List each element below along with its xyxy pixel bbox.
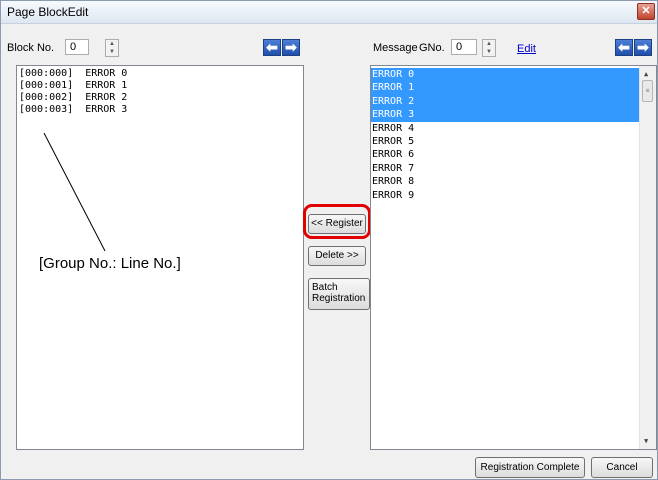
batch-registration-button[interactable]: Batch Registration bbox=[308, 278, 370, 310]
page-blockedit-dialog: Page BlockEdit ✕ Block No. 0 ▲ ▼ ⬅ ➡ [00… bbox=[0, 0, 658, 480]
window-title: Page BlockEdit bbox=[7, 5, 89, 19]
register-highlight-ring bbox=[303, 204, 371, 239]
message-list[interactable]: ERROR 0 ERROR 1 ERROR 2 ERROR 3 ERROR 4 ERROR… bbox=[370, 65, 657, 450]
block-item-text: ERROR 2 bbox=[85, 92, 128, 103]
close-icon[interactable]: ✕ bbox=[637, 3, 655, 20]
batch-label-line1: Batch bbox=[312, 282, 338, 293]
message-list-item[interactable]: ERROR 3 bbox=[371, 108, 640, 122]
block-item-id: [000:001] bbox=[19, 80, 74, 91]
message-list-item[interactable]: ERROR 5 bbox=[371, 135, 640, 148]
scroll-down-icon[interactable]: ▼ bbox=[644, 437, 648, 445]
scroll-up-icon[interactable]: ▲ bbox=[644, 70, 648, 78]
annotation-pointer-line bbox=[43, 132, 106, 252]
spin-up-icon[interactable]: ▲ bbox=[483, 40, 495, 48]
gno-input[interactable]: 0 bbox=[451, 39, 477, 55]
message-label: Message bbox=[373, 42, 418, 54]
message-list-item[interactable]: ERROR 2 bbox=[371, 94, 640, 109]
message-list-item[interactable]: ERROR 6 bbox=[371, 148, 640, 161]
block-item-id: [000:003] bbox=[19, 104, 74, 115]
block-item-id: [000:002] bbox=[19, 92, 74, 103]
registration-complete-button[interactable]: Registration Complete bbox=[475, 457, 585, 478]
gno-spinner[interactable]: ▲ ▼ bbox=[482, 39, 496, 57]
message-list-item[interactable]: ERROR 0 bbox=[371, 68, 640, 82]
message-list-item[interactable]: ERROR 7 bbox=[371, 162, 640, 175]
block-no-label: Block No. bbox=[7, 42, 55, 54]
block-prev-arrow-icon[interactable]: ⬅ bbox=[263, 39, 281, 56]
spin-down-icon[interactable]: ▼ bbox=[106, 48, 118, 56]
gno-prev-arrow-icon[interactable]: ⬅ bbox=[615, 39, 633, 56]
block-item-text: ERROR 0 bbox=[85, 68, 128, 79]
block-list-item[interactable]: [000:001] ERROR 1 bbox=[17, 80, 303, 92]
block-item-text: ERROR 1 bbox=[85, 80, 128, 91]
message-list-item[interactable]: ERROR 4 bbox=[371, 122, 640, 135]
message-list-item[interactable]: ERROR 8 bbox=[371, 175, 640, 188]
message-list-item[interactable]: ERROR 1 bbox=[371, 81, 640, 95]
delete-button[interactable]: Delete >> bbox=[308, 246, 366, 266]
block-item-text: ERROR 3 bbox=[85, 104, 128, 115]
spin-down-icon[interactable]: ▼ bbox=[483, 48, 495, 56]
annotation-group-line: [Group No.: Line No.] bbox=[39, 255, 181, 272]
block-no-input[interactable]: 0 bbox=[65, 39, 89, 55]
block-next-arrow-icon[interactable]: ➡ bbox=[282, 39, 300, 56]
title-bar: Page BlockEdit ✕ bbox=[1, 1, 657, 24]
gno-next-arrow-icon[interactable]: ➡ bbox=[634, 39, 652, 56]
message-list-scrollbar[interactable]: ▲ ≡ ▼ bbox=[639, 66, 656, 449]
edit-link[interactable]: Edit bbox=[517, 43, 536, 55]
scroll-thumb[interactable]: ≡ bbox=[642, 80, 653, 102]
block-list-item[interactable]: [000:002] ERROR 2 bbox=[17, 92, 303, 104]
message-list-item[interactable]: ERROR 9 bbox=[371, 189, 640, 202]
block-list-item[interactable]: [000:000] ERROR 0 bbox=[17, 68, 303, 80]
batch-label-line2: Registration bbox=[312, 293, 366, 304]
block-no-spinner[interactable]: ▲ ▼ bbox=[105, 39, 119, 57]
gno-label: GNo. bbox=[419, 42, 445, 54]
block-item-id: [000:000] bbox=[19, 68, 74, 79]
cancel-button[interactable]: Cancel bbox=[591, 457, 653, 478]
block-list-item[interactable]: [000:003] ERROR 3 bbox=[17, 104, 303, 116]
spin-up-icon[interactable]: ▲ bbox=[106, 40, 118, 48]
